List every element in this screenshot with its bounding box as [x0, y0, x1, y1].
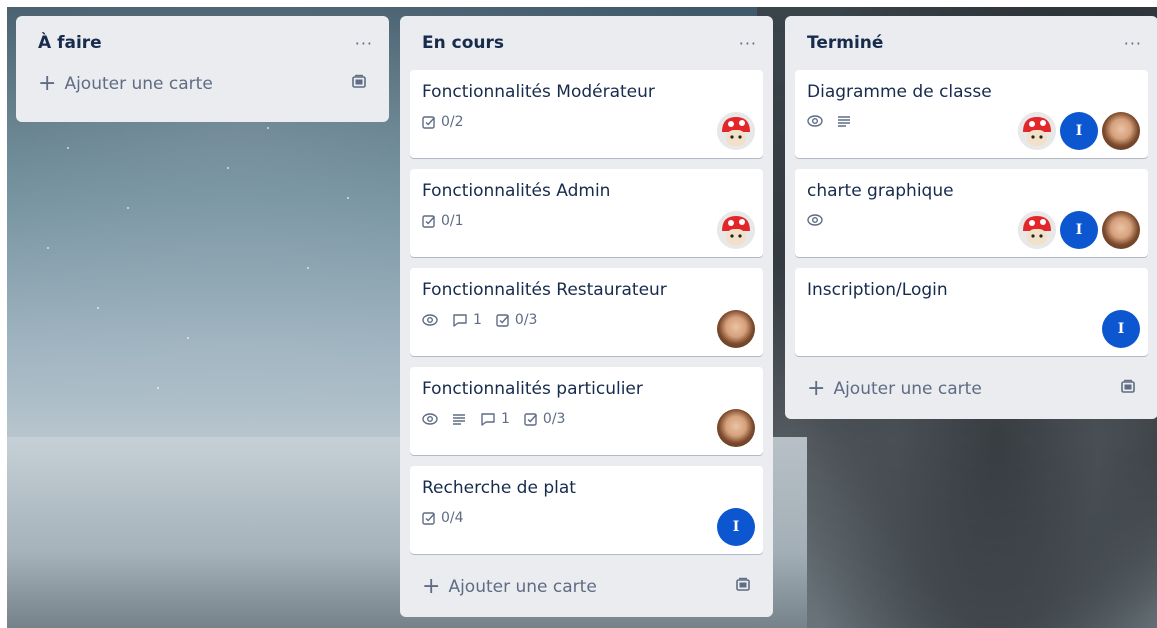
avatar-photo[interactable] — [717, 310, 755, 348]
add-card-button[interactable]: + Ajouter une carte — [26, 62, 379, 106]
card[interactable]: Diagramme de classe I — [795, 70, 1148, 158]
card-badges: 1 0/3 — [422, 411, 751, 427]
card[interactable]: Fonctionnalités Restaurateur 1 0/3 — [410, 268, 763, 356]
avatar-photo[interactable] — [717, 409, 755, 447]
list-title[interactable]: En cours — [422, 33, 504, 53]
checklist-icon — [524, 413, 537, 426]
comment-icon — [453, 314, 467, 327]
card[interactable]: Fonctionnalités particulier 1 0/3 — [410, 367, 763, 455]
description-icon — [453, 414, 465, 425]
avatar-initial[interactable]: I — [1060, 211, 1098, 249]
add-card-label: Ajouter une carte — [833, 379, 982, 399]
checklist-badge: 0/3 — [496, 312, 538, 328]
card-members: I — [717, 508, 755, 546]
avatar-initial[interactable]: I — [717, 508, 755, 546]
eye-icon — [807, 214, 823, 226]
card-members: I — [1018, 211, 1140, 249]
comment-icon — [481, 413, 495, 426]
description-badge — [837, 114, 851, 128]
description-badge — [452, 412, 466, 426]
avatar-initial[interactable]: I — [1102, 310, 1140, 348]
checklist-count: 0/2 — [441, 114, 464, 130]
list-termine: Terminé ··· Diagramme de classe I charte… — [785, 16, 1157, 419]
card-members — [717, 409, 755, 447]
card-members: I — [1102, 310, 1140, 348]
card-template-icon[interactable] — [351, 74, 367, 95]
card-badges: 0/1 — [422, 213, 751, 229]
watch-badge — [422, 412, 438, 426]
eye-icon — [422, 413, 438, 425]
list-header: En cours ··· — [410, 16, 763, 70]
checklist-count: 0/4 — [441, 510, 464, 526]
checklist-count: 0/3 — [514, 312, 538, 328]
watch-badge — [422, 313, 438, 327]
card-badges: 0/4 — [422, 510, 751, 526]
checklist-icon — [496, 314, 509, 327]
card[interactable]: Recherche de plat 0/4 I — [410, 466, 763, 554]
avatar-initial[interactable]: I — [1060, 112, 1098, 150]
card[interactable]: charte graphique I — [795, 169, 1148, 257]
card-title: charte graphique — [807, 181, 954, 201]
comments-badge: 1 — [452, 312, 482, 328]
plus-icon: + — [422, 574, 441, 599]
add-card-button[interactable]: + Ajouter une carte — [410, 565, 763, 609]
card[interactable]: Fonctionnalités Admin 0/1 — [410, 169, 763, 257]
card-title: Fonctionnalités Restaurateur — [422, 280, 667, 300]
card-badges: 0/2 — [422, 114, 751, 130]
card-title: Diagramme de classe — [807, 82, 992, 102]
checklist-count: 0/1 — [441, 213, 464, 229]
card-title: Fonctionnalités particulier — [422, 379, 643, 399]
plus-icon: + — [807, 376, 826, 401]
card-template-icon[interactable] — [735, 577, 751, 598]
avatar-mushroom[interactable] — [1018, 112, 1056, 150]
list-header: Terminé ··· — [795, 16, 1148, 70]
checklist-icon — [422, 215, 436, 228]
comments-count: 1 — [473, 312, 482, 328]
card-badges: 1 0/3 — [422, 312, 751, 328]
plus-icon: + — [38, 71, 57, 96]
card-members: I — [1018, 112, 1140, 150]
checklist-icon — [422, 512, 436, 525]
checklist-count: 0/3 — [542, 411, 566, 427]
comments-badge: 1 — [480, 411, 510, 427]
list-menu-button[interactable]: ··· — [739, 34, 757, 53]
watch-badge — [807, 114, 823, 128]
card[interactable]: Inscription/Login I — [795, 268, 1148, 356]
add-card-label: Ajouter une carte — [64, 74, 213, 94]
card-title: Inscription/Login — [807, 280, 948, 300]
comments-count: 1 — [501, 411, 510, 427]
checklist-badge: 0/3 — [524, 411, 566, 427]
avatar-photo[interactable] — [1102, 211, 1140, 249]
list-title[interactable]: Terminé — [807, 33, 883, 53]
avatar-mushroom[interactable] — [1018, 211, 1056, 249]
list-title[interactable]: À faire — [38, 33, 102, 53]
add-card-label: Ajouter une carte — [448, 577, 597, 597]
avatar-photo[interactable] — [1102, 112, 1140, 150]
checklist-badge: 0/4 — [422, 510, 464, 526]
card[interactable]: Fonctionnalités Modérateur 0/2 — [410, 70, 763, 158]
add-card-button[interactable]: + Ajouter une carte — [795, 367, 1148, 411]
checklist-badge: 0/1 — [422, 213, 464, 229]
card-members — [717, 112, 755, 150]
card-members — [717, 310, 755, 348]
watch-badge — [807, 213, 823, 227]
avatar-mushroom[interactable] — [717, 112, 755, 150]
eye-icon — [422, 314, 438, 326]
card-members — [717, 211, 755, 249]
eye-icon — [807, 115, 823, 127]
card-title: Fonctionnalités Admin — [422, 181, 611, 201]
list-menu-button[interactable]: ··· — [355, 34, 373, 53]
checklist-icon — [422, 116, 436, 129]
description-icon — [838, 116, 850, 127]
card-title: Fonctionnalités Modérateur — [422, 82, 655, 102]
checklist-badge: 0/2 — [422, 114, 464, 130]
list-en-cours: En cours ··· Fonctionnalités Modérateur … — [400, 16, 773, 617]
card-template-icon[interactable] — [1120, 379, 1136, 400]
avatar-mushroom[interactable] — [717, 211, 755, 249]
list-menu-button[interactable]: ··· — [1124, 34, 1142, 53]
list-a-faire: À faire ··· + Ajouter une carte — [16, 16, 389, 122]
card-title: Recherche de plat — [422, 478, 576, 498]
